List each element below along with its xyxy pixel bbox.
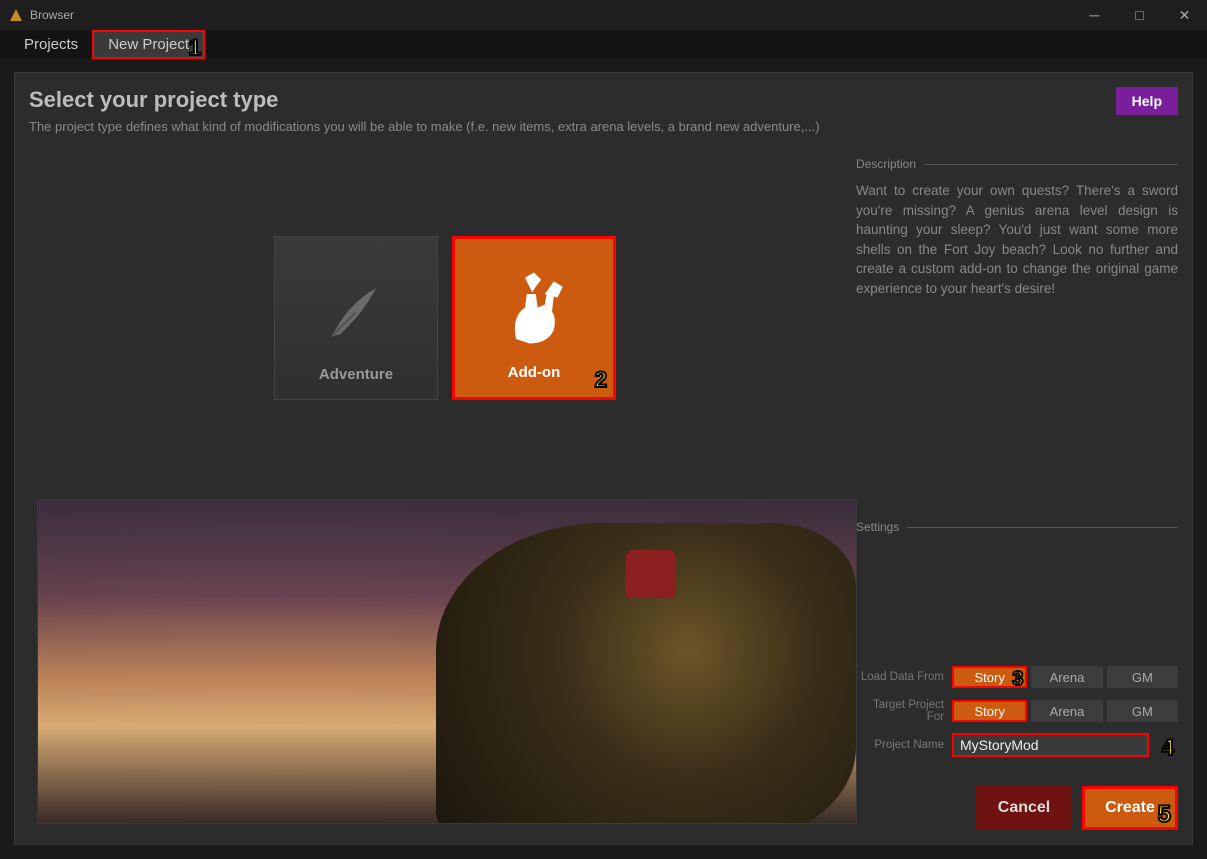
- right-column: Description Want to create your own ques…: [856, 157, 1178, 830]
- preview-image: [37, 499, 857, 824]
- target-gm-button[interactable]: GM: [1107, 700, 1178, 722]
- close-button[interactable]: ✕: [1162, 0, 1207, 30]
- card-label: Add-on: [508, 364, 560, 381]
- load-arena-button[interactable]: Arena: [1031, 666, 1102, 688]
- annotation-5: 5: [1158, 803, 1171, 827]
- load-data-segment: Story 3 Arena GM: [952, 666, 1178, 688]
- minimize-button[interactable]: ─: [1072, 0, 1117, 30]
- wrench-fist-icon: [489, 259, 579, 364]
- tab-label: Projects: [24, 36, 78, 53]
- tab-label: New Project: [108, 36, 189, 53]
- button-label: Create: [1105, 799, 1155, 817]
- section-title: Description: [856, 157, 916, 171]
- tab-projects[interactable]: Projects: [10, 32, 92, 57]
- load-gm-button[interactable]: GM: [1107, 666, 1178, 688]
- page-title: Select your project type: [29, 87, 820, 113]
- load-data-from-label: Load Data From: [856, 671, 952, 683]
- project-name-input[interactable]: [952, 733, 1149, 757]
- window-controls: ─ □ ✕: [1072, 0, 1207, 30]
- app-icon: [8, 7, 24, 23]
- annotation-4: 4: [1162, 737, 1174, 759]
- description-text: Want to create your own quests? There's …: [856, 181, 1178, 298]
- main-panel: Select your project type The project typ…: [14, 72, 1193, 845]
- tab-new-project[interactable]: New Project 1: [92, 30, 205, 59]
- settings-section-label: Settings: [856, 520, 1178, 534]
- target-project-segment: Story Arena GM: [952, 700, 1178, 722]
- feather-icon: [316, 257, 396, 366]
- annotation-2: 2: [595, 369, 607, 391]
- card-addon[interactable]: Add-on 2: [452, 236, 616, 400]
- create-button[interactable]: Create 5: [1082, 786, 1178, 830]
- target-project-label: Target Project For: [856, 699, 952, 723]
- target-arena-button[interactable]: Arena: [1031, 700, 1102, 722]
- card-label: Adventure: [319, 366, 393, 383]
- card-adventure[interactable]: Adventure: [274, 236, 438, 400]
- page-subtitle: The project type defines what kind of mo…: [29, 119, 820, 134]
- titlebar: Browser ─ □ ✕: [0, 0, 1207, 30]
- description-section-label: Description: [856, 157, 1178, 171]
- tabbar: Projects New Project 1: [0, 30, 1207, 58]
- load-story-button[interactable]: Story 3: [952, 666, 1027, 688]
- cancel-button[interactable]: Cancel: [976, 786, 1072, 830]
- target-story-button[interactable]: Story: [952, 700, 1027, 722]
- maximize-button[interactable]: □: [1117, 0, 1162, 30]
- seg-label: Story: [974, 670, 1004, 685]
- help-button[interactable]: Help: [1116, 87, 1178, 115]
- annotation-1: 1: [189, 37, 201, 59]
- section-title: Settings: [856, 520, 899, 534]
- window-title: Browser: [30, 8, 74, 22]
- annotation-3: 3: [1012, 669, 1023, 689]
- project-name-label: Project Name: [856, 739, 952, 751]
